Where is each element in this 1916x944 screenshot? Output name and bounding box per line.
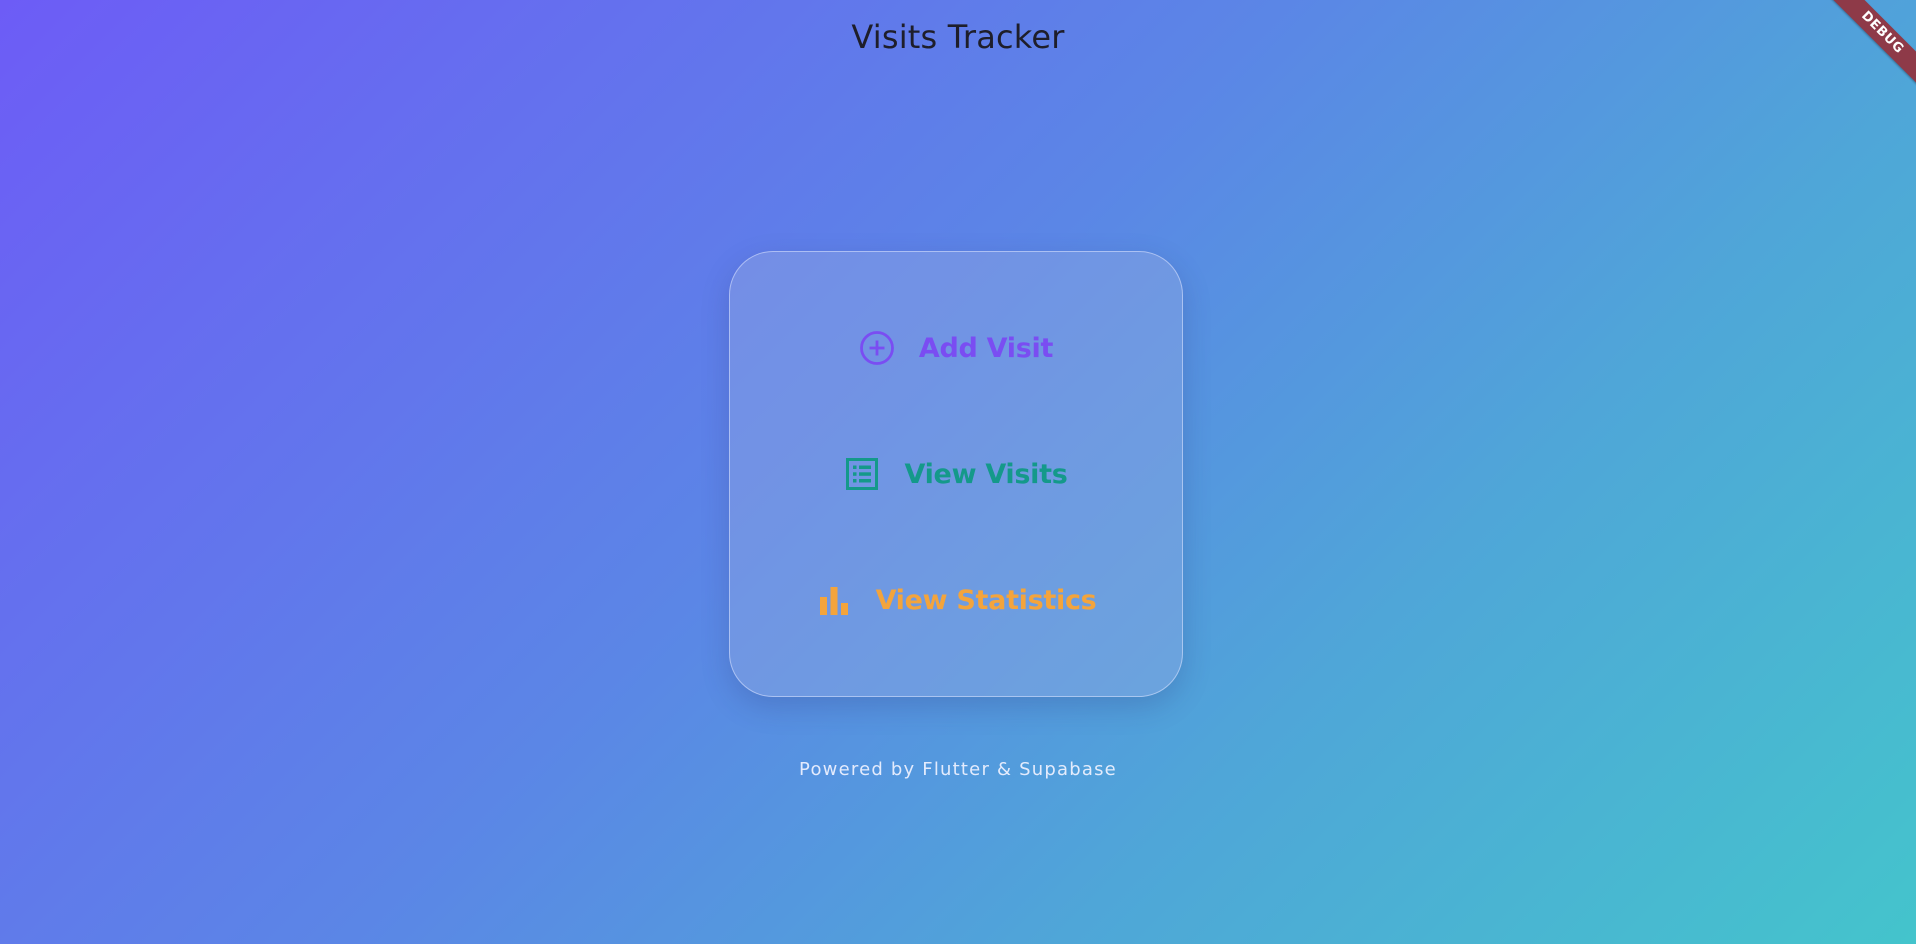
view-visits-button[interactable]: View Visits [729, 444, 1183, 504]
debug-label: DEBUG [1826, 0, 1916, 90]
view-visits-label: View Visits [904, 458, 1068, 490]
list-icon [844, 456, 880, 492]
view-statistics-button[interactable]: View Statistics [729, 570, 1183, 630]
footer-text: Powered by Flutter & Supabase [799, 759, 1117, 780]
debug-banner: DEBUG [1826, 0, 1916, 90]
add-visit-button[interactable]: Add Visit [729, 318, 1183, 378]
bar-chart-icon [816, 582, 852, 618]
view-statistics-label: View Statistics [875, 584, 1097, 616]
add-circle-icon [859, 330, 895, 366]
add-visit-label: Add Visit [918, 332, 1054, 364]
page-title: Visits Tracker [851, 18, 1065, 56]
